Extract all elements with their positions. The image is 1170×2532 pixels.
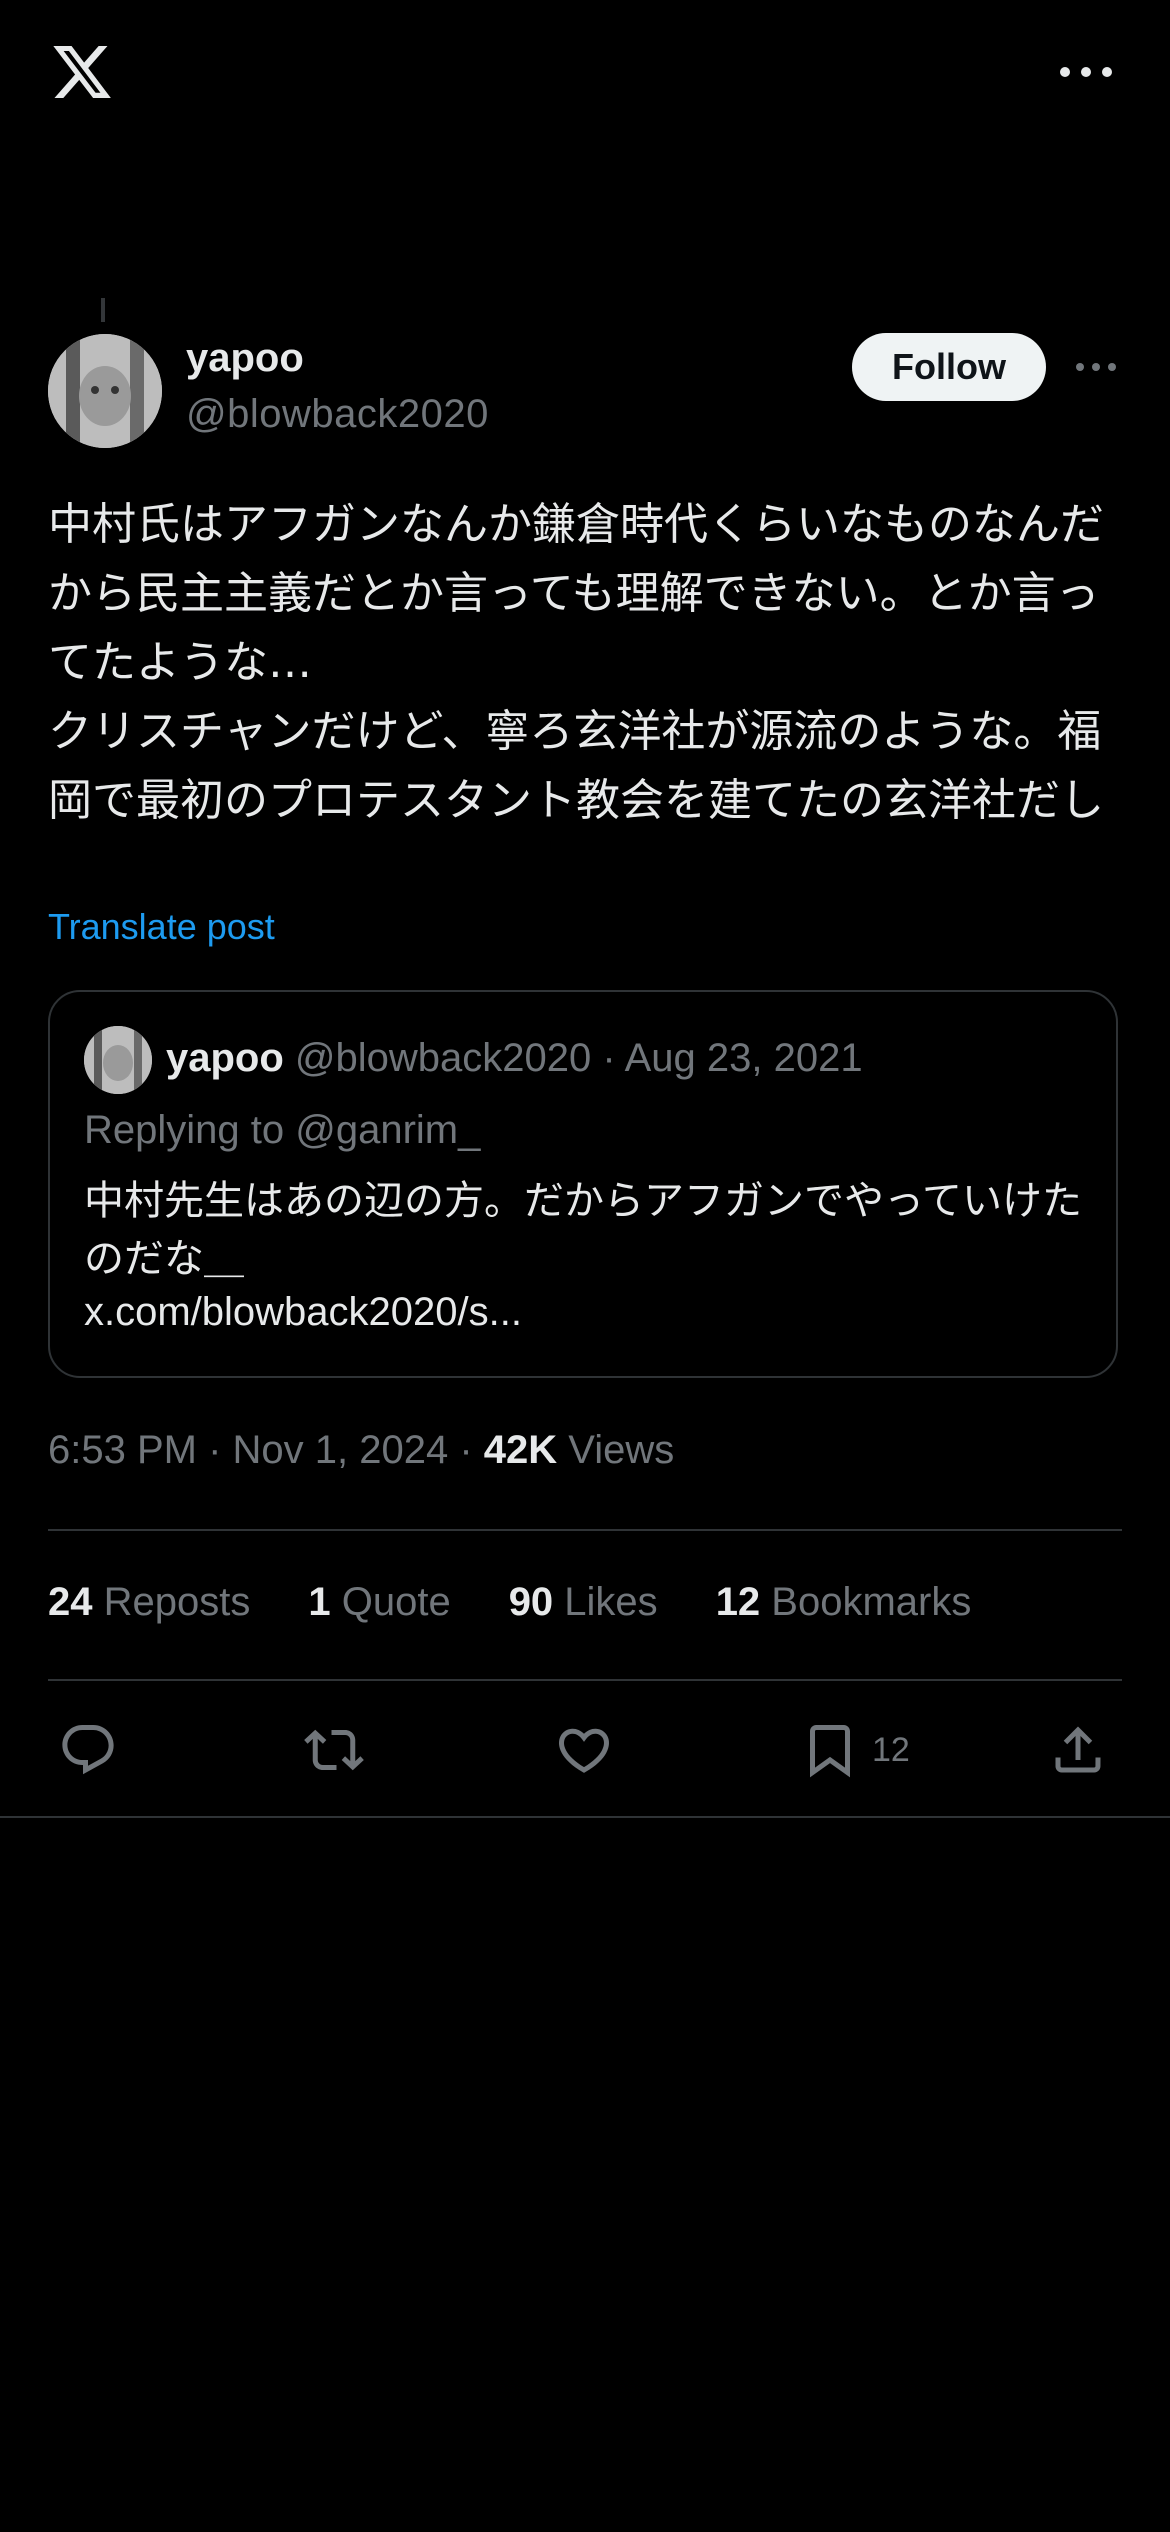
timestamp-row: 6:53 PM · Nov 1, 2024 · 42K Views [48,1428,674,1473]
engagement-stats: 24 Reposts 1 Quote 90 Likes 12 Bookmarks [48,1580,971,1625]
more-options-icon[interactable] [1060,62,1112,82]
handle[interactable]: @blowback2020 [186,392,489,437]
quoted-display-name: yapoo [166,1036,284,1080]
bookmarks-label: Bookmarks [760,1580,972,1624]
follow-button[interactable]: Follow [852,333,1046,401]
reposts-stat[interactable]: 24 Reposts [48,1580,250,1625]
quoted-link[interactable]: x.com/blowback2020/s... [84,1290,522,1335]
divider [48,1679,1122,1681]
avatar[interactable] [48,334,162,448]
likes-count: 90 [508,1580,554,1624]
quote-count: 1 [308,1580,331,1624]
timestamp: 6:53 PM · Nov 1, 2024 · [48,1428,484,1472]
likes-stat[interactable]: 90 Likes [509,1580,658,1625]
quotes-stat[interactable]: 1 Quote [308,1580,450,1625]
bookmarks-count: 12 [715,1580,761,1624]
reply-icon[interactable] [58,1715,118,1785]
likes-label: Likes [553,1580,658,1624]
quoted-avatar [84,1026,152,1094]
bookmark-icon[interactable]: 12 [800,1715,910,1785]
divider [0,1816,1170,1818]
quoted-header: yapoo @blowback2020 · Aug 23, 2021 [166,1036,863,1081]
action-bar: 12 [48,1715,1122,1785]
thread-connector [101,298,105,322]
post-text: 中村氏はアフガンなんか鎌倉時代くらいなものなんだから民主主義だとか言っても理解で… [48,499,1104,826]
share-icon[interactable] [1048,1715,1108,1785]
quoted-meta: @blowback2020 · Aug 23, 2021 [283,1036,863,1080]
reposts-label: Reposts [92,1580,251,1624]
bookmarks-stat[interactable]: 12 Bookmarks [716,1580,972,1625]
quote-label: Quote [330,1580,451,1624]
quoted-replying-to: Replying to @ganrim_ [84,1108,481,1152]
views-label: Views [557,1428,675,1472]
divider [48,1529,1122,1531]
bookmark-count: 12 [872,1730,910,1769]
views-count: 42K [483,1428,558,1472]
translate-post-link[interactable]: Translate post [48,906,275,948]
repost-icon[interactable] [304,1715,364,1785]
post-more-icon[interactable] [1076,362,1116,372]
quoted-text: 中村先生はあの辺の方。だからアフガンでやっていけたのだな＿ [84,1178,1082,1282]
like-icon[interactable] [554,1715,614,1785]
display-name[interactable]: yapoo [186,336,304,381]
reposts-count: 24 [48,1580,93,1624]
x-logo-icon[interactable] [48,40,116,104]
